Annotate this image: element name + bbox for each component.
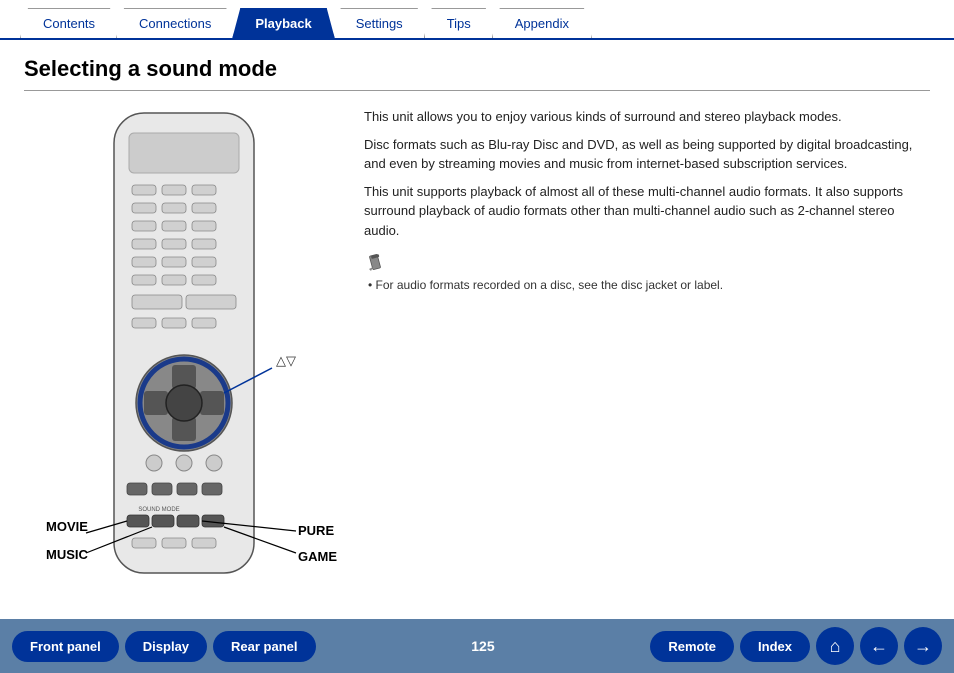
back-button[interactable]: ← [860,627,898,665]
forward-button[interactable]: → [904,627,942,665]
bottom-nav: Front panel Display Rear panel 125 Remot… [0,619,954,673]
body-text-1: This unit allows you to enjoy various ki… [364,107,930,127]
display-button[interactable]: Display [125,631,207,662]
tab-connections[interactable]: Connections [116,8,234,38]
front-panel-button[interactable]: Front panel [12,631,119,662]
tab-contents[interactable]: Contents [20,8,118,38]
content-area: △▽ SOUND MODE MOVIE [24,103,930,626]
remote-illustration: △▽ SOUND MODE MOVIE [24,103,344,626]
back-icon: ← [870,636,888,657]
tab-tips[interactable]: Tips [424,8,494,38]
main-content: Selecting a sound mode [0,40,954,642]
pure-label: PURE [298,523,334,538]
tab-settings[interactable]: Settings [333,8,426,38]
svg-text:SOUND MODE: SOUND MODE [138,507,179,513]
text-panel: This unit allows you to enjoy various ki… [364,103,930,626]
body-text-2: Disc formats such as Blu-ray Disc and DV… [364,135,930,174]
note-bullet: • For audio formats recorded on a disc, … [364,278,723,292]
tab-appendix[interactable]: Appendix [492,8,592,38]
page-title: Selecting a sound mode [24,56,930,91]
page-number: 125 [332,638,635,654]
tab-playback[interactable]: Playback [232,8,334,38]
game-label: GAME [298,549,337,564]
rear-panel-button[interactable]: Rear panel [213,631,315,662]
home-button[interactable]: ⌂ [816,627,854,665]
remote-button[interactable]: Remote [650,631,734,662]
music-label: MUSIC [46,547,89,562]
nav-tabs: Contents Connections Playback Settings T… [0,0,954,40]
pencil-icon [364,252,386,274]
forward-icon: → [914,636,932,657]
remote-svg: △▽ SOUND MODE MOVIE [24,103,344,623]
body-text-3: This unit supports playback of almost al… [364,182,930,241]
arrow-label: △▽ [276,353,296,368]
movie-label: MOVIE [46,519,88,534]
index-button[interactable]: Index [740,631,810,662]
home-icon: ⌂ [830,636,841,657]
note-section: • For audio formats recorded on a disc, … [364,252,930,292]
